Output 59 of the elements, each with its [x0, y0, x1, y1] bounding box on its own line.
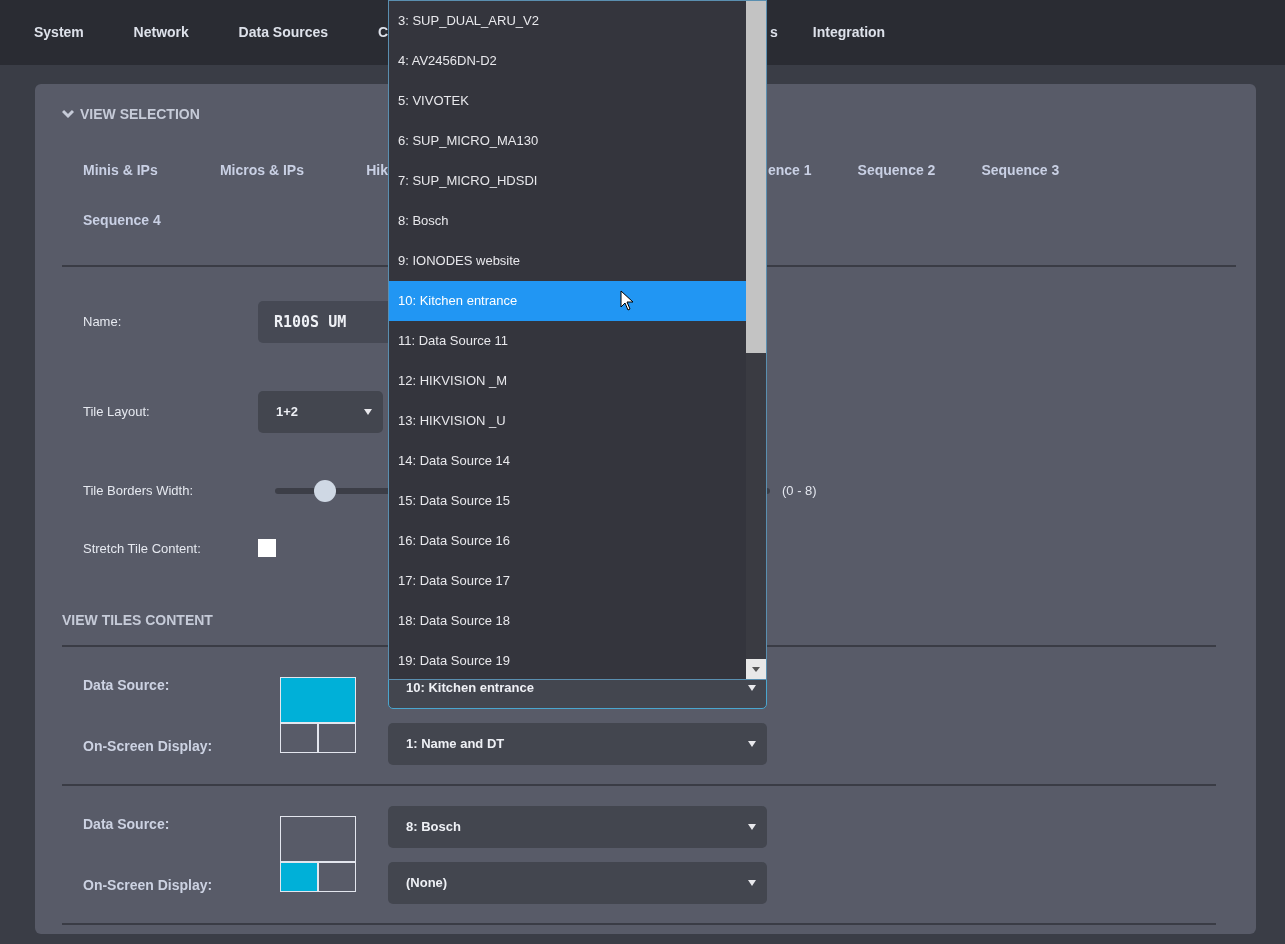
chevron-down-icon[interactable]: [62, 109, 74, 119]
view-tab[interactable]: Hik: [366, 159, 388, 181]
layout-tile[interactable]: [280, 677, 356, 723]
layout-tile[interactable]: [280, 862, 318, 892]
menu-tab[interactable]: Data Sources: [238, 22, 329, 43]
osd-select[interactable]: (None): [388, 862, 767, 904]
layout-tile[interactable]: [318, 723, 356, 753]
caret-icon: [748, 824, 756, 830]
dropdown-option[interactable]: 6: SUP_MICRO_MA130: [389, 121, 746, 161]
layout-tile[interactable]: [280, 816, 356, 862]
slider-thumb[interactable]: [313, 479, 336, 502]
dropdown-option[interactable]: 7: SUP_MICRO_HDSDI: [389, 161, 746, 201]
scroll-down-icon: [752, 666, 760, 672]
dropdown-option[interactable]: 12: HIKVISION _M: [389, 361, 746, 401]
caret-icon: [748, 880, 756, 886]
dropdown-option[interactable]: 9: IONODES website: [389, 241, 746, 281]
layout-select[interactable]: 1+2: [258, 391, 383, 433]
layout-tile[interactable]: [318, 862, 356, 892]
field-label: Tile Borders Width:: [83, 482, 195, 500]
mouse-cursor-icon: [620, 290, 634, 311]
menu-tab[interactable]: Integration: [812, 22, 886, 43]
field-label: On-Screen Display:: [83, 876, 214, 895]
field-label: Tile Layout:: [83, 403, 151, 422]
data-source-select[interactable]: 8: Bosch: [388, 806, 767, 848]
section-title: VIEW TILES CONTENT: [62, 611, 213, 630]
field-label: On-Screen Display:: [83, 737, 214, 756]
menu-tab[interactable]: System: [34, 22, 84, 43]
osd-select[interactable]: 1: Name and DT: [388, 723, 767, 765]
dropdown-option[interactable]: 3: SUP_DUAL_ARU_V2: [389, 1, 746, 41]
caret-icon: [364, 409, 372, 415]
scrollbar[interactable]: [746, 1, 766, 679]
dropdown-option[interactable]: 14: Data Source 14: [389, 441, 746, 481]
dropdown-option[interactable]: 15: Data Source 15: [389, 481, 746, 521]
view-tab[interactable]: Sequence 3: [981, 159, 1060, 181]
view-tab[interactable]: Micros & IPs: [219, 159, 304, 181]
range-text: (0 - 8): [782, 482, 817, 500]
dropdown-option[interactable]: 5: VIVOTEK: [389, 81, 746, 121]
field-label: Data Source:: [83, 815, 171, 834]
view-tab[interactable]: Minis & IPs: [83, 159, 158, 181]
field-label: Name:: [83, 313, 123, 332]
dropdown-option[interactable]: 16: Data Source 16: [389, 521, 746, 561]
view-tab[interactable]: Sequence 2: [857, 159, 936, 181]
section-title: VIEW SELECTION: [80, 104, 200, 124]
field-label: Stretch Tile Content:: [83, 539, 202, 558]
dropdown-option[interactable]: 4: AV2456DN-D2: [389, 41, 746, 81]
menu-tab[interactable]: C: [377, 22, 388, 43]
view-tab[interactable]: Sequence 4: [83, 209, 161, 231]
dropdown-option[interactable]: 13: HIKVISION _U: [389, 401, 746, 441]
dropdown-option[interactable]: 17: Data Source 17: [389, 561, 746, 601]
caret-icon: [748, 741, 756, 747]
menu-tab[interactable]: Network: [133, 22, 189, 43]
checkbox[interactable]: [258, 539, 276, 558]
dropdown-option[interactable]: 8: Bosch: [389, 201, 746, 241]
view-tab[interactable]: ence 1: [768, 159, 812, 181]
field-label: Data Source:: [83, 676, 171, 695]
layout-tile[interactable]: [280, 723, 318, 753]
caret-icon: [748, 685, 756, 691]
menu-tab[interactable]: s: [770, 22, 778, 43]
dropdown-option[interactable]: 18: Data Source 18: [389, 601, 746, 641]
